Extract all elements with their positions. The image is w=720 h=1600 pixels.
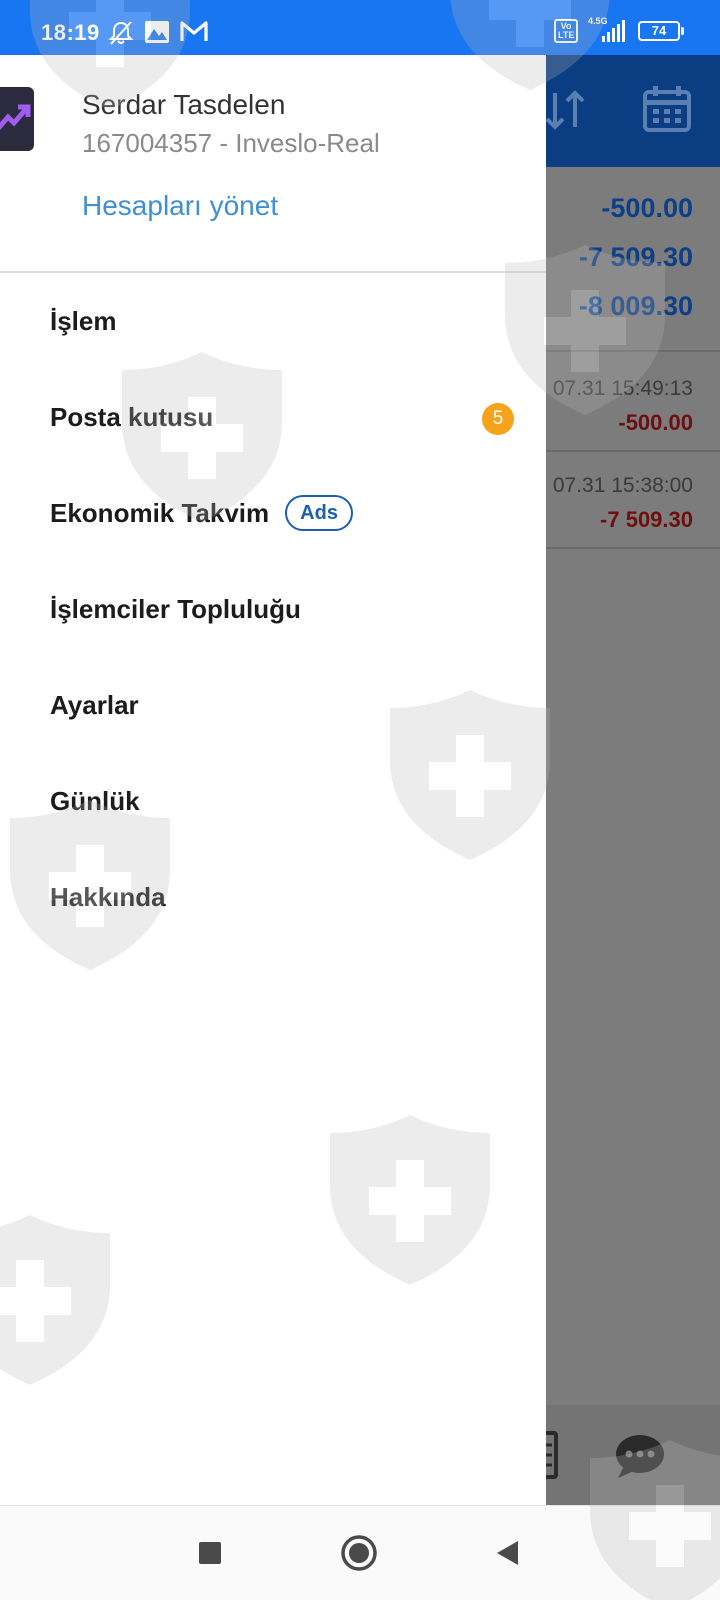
trade-amount: -7 509.30 xyxy=(600,507,693,532)
mute-notifications-icon xyxy=(108,20,134,51)
menu-item-settings[interactable]: Ayarlar xyxy=(0,657,546,753)
user-name: Serdar Tasdelen xyxy=(82,89,286,120)
menu-item-about[interactable]: Hakkında xyxy=(0,849,546,945)
gmail-icon xyxy=(180,20,208,47)
battery-level: 74 xyxy=(638,21,680,41)
chat-icon[interactable] xyxy=(614,1432,666,1485)
trade-amount: -500.00 xyxy=(618,410,693,435)
app-logo xyxy=(0,87,34,151)
balance-value: -7 509.30 xyxy=(578,242,693,272)
balance-value: -500.00 xyxy=(601,193,693,223)
menu-item-label: Posta kutusu xyxy=(50,401,214,432)
menu-item-economic-calendar[interactable]: Ekonomik Takvim Ads xyxy=(0,465,546,561)
unread-badge: 5 xyxy=(482,403,514,435)
menu-item-label: İşlemciler Topluluğu xyxy=(50,593,301,624)
menu-item-label: Günlük xyxy=(50,785,140,816)
menu-item-trade[interactable]: İşlem xyxy=(0,273,546,369)
system-navigation-bar xyxy=(0,1505,720,1600)
trade-date: 07.31 15:49:13 xyxy=(552,377,693,400)
calendar-icon[interactable] xyxy=(642,85,692,138)
trade-date: 07.31 15:38:00 xyxy=(552,474,693,497)
home-circle-icon[interactable] xyxy=(336,1530,382,1576)
menu-item-mailbox[interactable]: Posta kutusu 5 xyxy=(0,369,546,465)
back-triangle-icon[interactable] xyxy=(484,1530,530,1576)
recents-square-icon[interactable] xyxy=(187,1530,233,1576)
menu-item-label: Hakkında xyxy=(50,881,166,912)
volte-icon: Vo LTE xyxy=(554,19,578,43)
account-info: 167004357 - Inveslo-Real xyxy=(82,128,380,158)
navigation-drawer: Serdar Tasdelen 167004357 - Inveslo-Real… xyxy=(0,55,546,1505)
gallery-icon xyxy=(144,20,170,49)
manage-accounts-link[interactable]: Hesapları yönet xyxy=(82,190,278,222)
balance-value: -8 009.30 xyxy=(578,291,693,321)
menu-item-label: Ayarlar xyxy=(50,689,139,720)
menu-item-traders-community[interactable]: İşlemciler Topluluğu xyxy=(0,561,546,657)
battery-icon: 74 xyxy=(638,21,684,41)
menu-item-label: Ekonomik Takvim xyxy=(50,497,270,528)
menu-item-label: İşlem xyxy=(50,305,117,336)
ads-tag: Ads xyxy=(285,495,353,531)
status-time: 18:19 xyxy=(41,20,100,45)
menu-item-journal[interactable]: Günlük xyxy=(0,753,546,849)
status-bar: 18:19 Vo LTE 4.5G 74 xyxy=(0,0,720,55)
drawer-menu: İşlem Posta kutusu 5 Ekonomik Takvim Ads… xyxy=(0,273,546,945)
signal-icon: 4.5G xyxy=(586,16,630,44)
sort-icon[interactable] xyxy=(543,89,589,136)
